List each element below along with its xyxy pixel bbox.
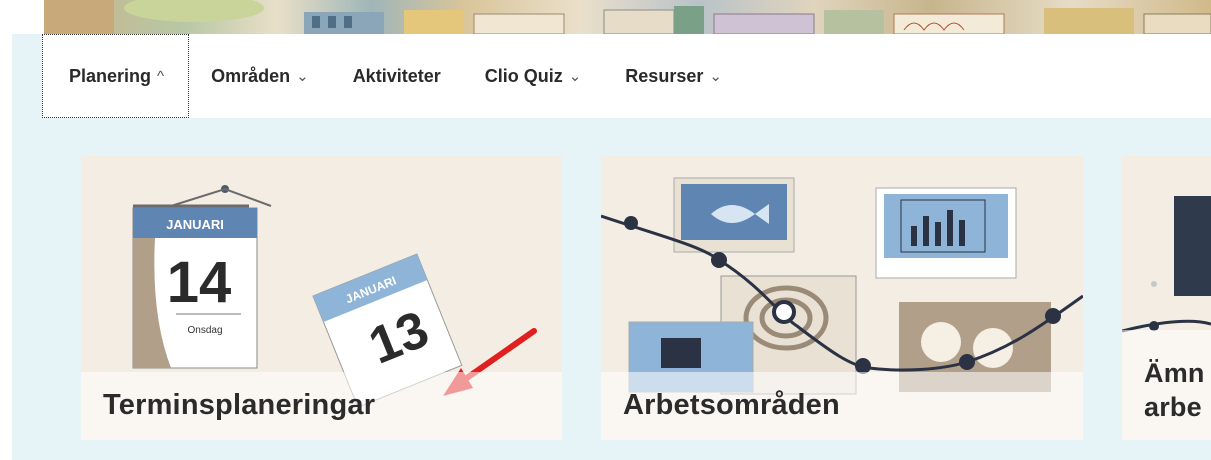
header-illustration	[44, 0, 1211, 34]
card-arbetsomraden[interactable]: Arbetsområden	[601, 156, 1083, 440]
chevron-down-icon: ⌄	[296, 68, 309, 85]
card-title-line-2: arbe	[1144, 392, 1202, 422]
nav-item-omraden[interactable]: Områden ⌄	[189, 34, 331, 118]
nav-item-label: Aktiviteter	[352, 65, 441, 86]
nav-item-clio-quiz[interactable]: Clio Quiz ⌄	[463, 34, 604, 118]
card-title: Ämn arbe	[1144, 356, 1205, 424]
main-navigation: Planering ^ Områden ⌄ Aktiviteter Clio Q…	[42, 34, 1211, 118]
back-calendar-day: 14	[167, 250, 232, 315]
nav-item-label: Områden	[211, 65, 291, 86]
chevron-down-icon: ⌄	[709, 68, 722, 85]
card-amnesovergripande-partial[interactable]: Ämn arbe	[1122, 156, 1211, 440]
nav-item-label: Clio Quiz	[484, 65, 563, 86]
nav-item-label: Planering	[69, 65, 152, 86]
card-title-line-1: Ämn	[1144, 358, 1205, 388]
card-title: Terminsplaneringar	[103, 389, 376, 421]
nav-item-planering[interactable]: Planering ^	[42, 34, 190, 118]
chevron-down-icon: ⌄	[568, 68, 582, 85]
back-calendar-weekday: Onsdag	[187, 325, 222, 336]
nav-item-label: Resurser	[625, 65, 704, 86]
card-terminsplaneringar[interactable]: JANUARI 14 Onsdag JANUARI 13 Terminsplan…	[81, 156, 562, 440]
chevron-up-icon: ^	[157, 67, 165, 85]
card-title: Arbetsområden	[623, 389, 840, 421]
nav-item-aktiviteter[interactable]: Aktiviteter	[331, 34, 463, 118]
back-calendar-month: JANUARI	[166, 217, 224, 232]
page-left-margin	[0, 0, 12, 460]
nav-item-resurser[interactable]: Resurser ⌄	[603, 34, 744, 118]
